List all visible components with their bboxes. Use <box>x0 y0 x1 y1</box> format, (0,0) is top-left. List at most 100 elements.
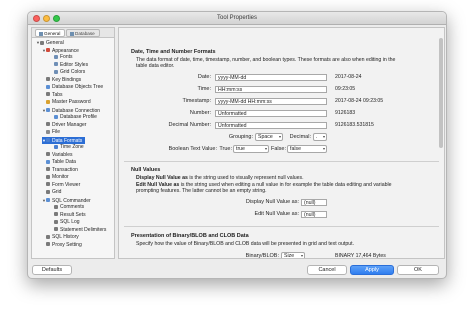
settings-category-icon <box>46 99 50 104</box>
tree-item[interactable]: Database Profile <box>50 114 97 121</box>
chevron-down-icon: ▾ <box>264 146 267 151</box>
general-icon <box>39 31 43 36</box>
tree-item[interactable]: Grid <box>42 189 61 196</box>
nav-tabs: General Database <box>32 28 114 38</box>
tree-item[interactable]: Database Objects Tree <box>42 84 103 91</box>
tree-item[interactable]: Transaction <box>42 167 78 174</box>
chevron-down-icon: ▾ <box>322 146 325 151</box>
time-label: Time: <box>197 86 211 92</box>
settings-category-icon <box>46 174 50 179</box>
timestamp-label: Timestamp: <box>182 98 211 104</box>
settings-category-icon <box>46 198 50 203</box>
tree-item[interactable]: Monitor <box>42 174 69 181</box>
tree-item-label: Statement Delimiters <box>60 226 107 233</box>
boolean-text-label: Boolean Text Value: <box>168 146 217 152</box>
tree-item[interactable]: Key Bindings <box>42 77 81 84</box>
tab-general[interactable]: General <box>35 29 65 37</box>
tree-item[interactable]: Tabs <box>42 92 63 99</box>
settings-category-icon <box>46 159 50 164</box>
decimal-number-format-field[interactable]: Unformatted <box>215 121 327 129</box>
tree-item[interactable]: Variables <box>42 152 72 159</box>
tree-item[interactable]: Comments <box>50 204 84 211</box>
grouping-label: Grouping: <box>228 134 253 140</box>
tree-item-label: Data Formats <box>52 137 83 144</box>
tree-item[interactable]: File <box>42 129 60 136</box>
tree-item-label: Result Sets <box>60 211 86 218</box>
settings-category-icon <box>46 122 50 127</box>
defaults-button[interactable]: Defaults <box>32 265 72 275</box>
settings-category-icon <box>46 84 50 89</box>
tree-item[interactable]: Table Data <box>42 159 76 166</box>
settings-category-icon <box>54 219 58 224</box>
date-format-field[interactable]: yyyy-MM-dd <box>215 73 327 81</box>
true-value-select[interactable]: true ▾ <box>233 145 269 153</box>
tree-item-label: Grid <box>52 189 62 195</box>
data-formats-panel: Date, Time and Number Formats The data f… <box>118 27 445 259</box>
apply-button[interactable]: Apply <box>350 265 394 275</box>
display-null-explanation: is the string used to visually represent… <box>187 175 304 181</box>
tree-item[interactable]: SQL History <box>42 234 79 241</box>
tool-properties-window: Tool Properties General Database ▼ Genera… <box>27 11 447 279</box>
decimal-select[interactable]: . ▾ <box>313 133 327 141</box>
settings-category-icon <box>54 114 58 119</box>
settings-navigation-pane: General Database ▼ General ▼ Appearance Font… <box>31 27 115 259</box>
grouping-value: Space <box>258 134 273 140</box>
tree-item[interactable]: Master Password <box>42 99 91 106</box>
false-label: False: <box>271 146 286 152</box>
tree-item[interactable]: ▼ Appearance <box>42 47 79 54</box>
number-label: Number: <box>189 110 211 116</box>
settings-category-icon <box>54 54 58 59</box>
tree-item[interactable]: Grid Colors <box>50 69 85 76</box>
ok-button[interactable]: OK <box>397 265 439 275</box>
settings-category-icon <box>54 69 58 74</box>
edit-null-term: Edit Null Value as <box>136 181 180 188</box>
vertical-scrollbar[interactable] <box>439 38 443 148</box>
time-preview: 09:23:05 <box>335 86 356 92</box>
number-format-field[interactable]: Unformatted <box>215 109 327 117</box>
grouping-select[interactable]: Space ▾ <box>255 133 283 141</box>
tree-item[interactable]: ▼ Database Connection <box>42 107 100 114</box>
settings-category-icon <box>46 152 50 157</box>
true-label: True: <box>219 146 232 152</box>
display-null-field[interactable]: (null) <box>301 198 327 206</box>
settings-category-icon <box>46 108 50 113</box>
settings-category-icon <box>46 48 50 53</box>
edit-null-field[interactable]: (null) <box>301 210 327 218</box>
tree-item[interactable]: ▼ SQL Commander <box>42 197 91 204</box>
null-values-heading: Null Values <box>131 167 161 173</box>
tree-item-label: Driver Manager <box>52 121 87 128</box>
tree-item[interactable]: Statement Delimiters <box>50 227 106 234</box>
timestamp-format-field[interactable]: yyyy-MM-dd HH:mm:ss <box>215 97 327 105</box>
timestamp-preview: 2017-08-24 09:23:05 <box>335 98 384 104</box>
tree-item-label: Monitor <box>52 174 69 180</box>
tree-item[interactable]: Time Zone <box>50 144 84 151</box>
tree-item[interactable]: Fonts <box>50 54 73 61</box>
chevron-down-icon: ▾ <box>322 134 325 139</box>
tree-item[interactable]: ▼ Data Formats <box>42 136 86 144</box>
tree-item-label: Grid Colors <box>60 69 86 75</box>
tree-item-label: Database Connection <box>52 107 101 114</box>
true-value: true <box>236 146 245 152</box>
tree-item[interactable]: Editor Styles <box>50 62 88 69</box>
date-preview: 2017-08-24 <box>335 74 362 80</box>
formats-description-line1: The data format of date, time, timestamp… <box>136 57 396 63</box>
tab-database[interactable]: Database <box>66 29 100 37</box>
database-icon <box>70 31 74 36</box>
tree-item-label: Key Bindings <box>52 76 82 83</box>
binary-blob-select[interactable]: Size ▾ <box>281 252 305 258</box>
tree-item[interactable]: ▼ General <box>36 39 64 46</box>
tree-item-label: Comments <box>60 204 85 210</box>
tree-item[interactable]: Driver Manager <box>42 122 86 129</box>
tree-item[interactable]: Form Viewer <box>42 182 80 189</box>
tree-item-label: Editor Styles <box>60 61 89 68</box>
number-preview: 9126183 <box>335 110 356 116</box>
window-title: Tool Properties <box>216 15 258 21</box>
settings-category-icon <box>46 234 50 239</box>
tree-item[interactable]: Result Sets <box>50 212 86 219</box>
tree-item[interactable]: Proxy Setting <box>42 242 82 249</box>
tree-item[interactable]: SQL Log <box>50 219 80 226</box>
time-format-field[interactable]: HH:mm:ss <box>215 85 327 93</box>
cancel-button[interactable]: Cancel <box>307 265 347 275</box>
false-value-select[interactable]: false ▾ <box>287 145 327 153</box>
formats-heading: Date, Time and Number Formats <box>131 49 216 55</box>
